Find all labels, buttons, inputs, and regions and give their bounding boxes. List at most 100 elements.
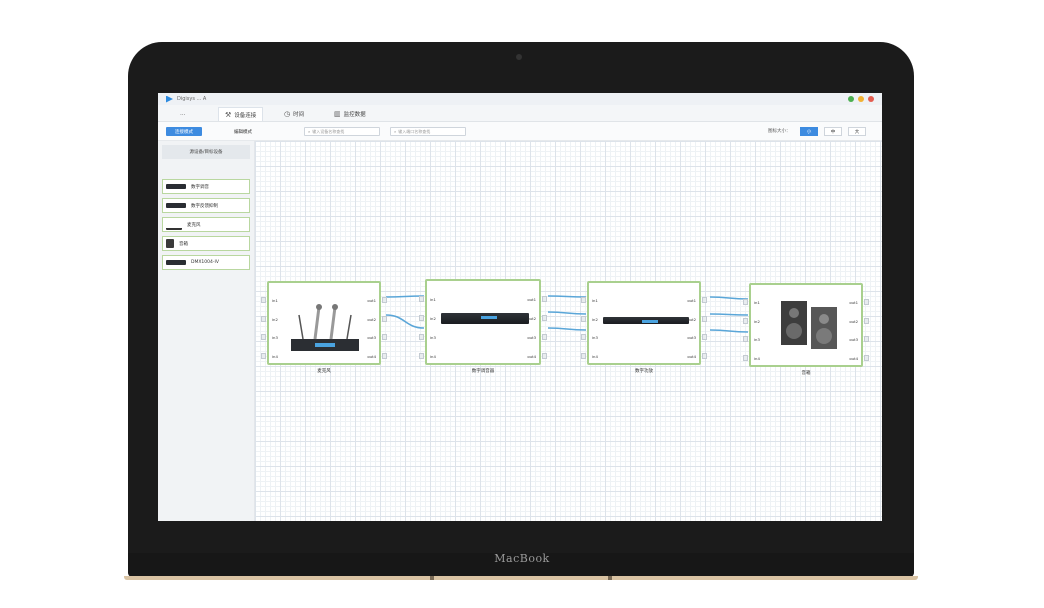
input-port[interactable] [581,352,586,359]
output-port[interactable] [382,315,387,322]
device-node-label: 数字调音器 [471,369,495,374]
tab-device-connection[interactable]: ⚒ 设备连接 [218,107,264,121]
sidebar-item[interactable]: DMX1004-IV [162,255,250,270]
connection-canvas[interactable]: in1 in2 in3 in4 out1 out2 out3 out4 麦克风 in1 in2 in3… [255,141,882,521]
size-large-button[interactable]: 大 [848,127,866,136]
input-port-label: in4 [754,355,760,361]
output-port[interactable] [864,317,869,324]
output-port[interactable] [382,334,387,341]
input-port[interactable] [743,317,748,324]
output-port[interactable] [542,352,547,359]
input-port-label: in3 [754,337,760,343]
window-minimize-button[interactable] [848,96,854,102]
input-port[interactable] [581,315,586,322]
output-port[interactable] [864,299,869,306]
search-icon: ⌕ [308,129,311,134]
device-node-label: 数字功放 [635,369,653,374]
output-port[interactable] [702,352,707,359]
camera [516,54,522,60]
wire[interactable] [547,327,587,331]
tab-monitor[interactable]: ▥ 监控数据 [334,108,366,119]
sidebar-item[interactable]: 麦克风 [162,217,250,232]
connect-mode-button[interactable]: 连接模式 [166,127,202,136]
output-port[interactable] [864,336,869,343]
device-node[interactable]: in1 in2 in3 in4 out1 out2 out3 out4 [743,283,869,367]
output-port-label: out1 [527,296,536,302]
input-port-label: in1 [430,296,436,302]
device-sidebar: 源设备/目标设备 数字调音 数字反馈抑制 麦克风 音箱 DMX1004-IV [158,141,255,521]
output-port-label: out2 [849,318,858,324]
output-port[interactable] [542,333,547,340]
edit-mode-button[interactable]: 编辑模式 [226,127,260,136]
screen: Digisys ... A … ⚒ 设备连接 ◷ 时间 ▥ 监控数据 连接模式 … [158,93,882,521]
output-port[interactable] [382,297,387,304]
input-port[interactable] [261,334,266,341]
sidebar-item[interactable]: 数字调音 [162,179,250,194]
window-maximize-button[interactable] [858,96,864,102]
output-port[interactable] [864,354,869,361]
device-search-input[interactable]: ⌕ 输入设备名称查找 [304,127,380,136]
search-placeholder: 输入端口名称查找 [398,128,431,134]
output-port-label: out4 [687,353,696,359]
device-node[interactable]: in1 in2 in3 in4 out1 out2 out3 out4 [419,279,547,365]
device-node[interactable]: in1 in2 in3 in4 out1 out2 out3 out4 [581,281,707,365]
tab-bar: … ⚒ 设备连接 ◷ 时间 ▥ 监控数据 [158,105,882,122]
input-port[interactable] [261,352,266,359]
input-port-label: in4 [272,353,278,359]
input-port[interactable] [581,297,586,304]
input-port[interactable] [419,352,424,359]
tab-label: … [180,110,186,117]
wire[interactable] [547,311,587,315]
output-port[interactable] [702,297,707,304]
output-port-label: out2 [367,316,376,322]
input-port[interactable] [261,297,266,304]
output-port[interactable] [382,352,387,359]
window-close-button[interactable] [868,96,874,102]
size-medium-button[interactable]: 中 [824,127,842,136]
output-port-label: out3 [687,335,696,341]
speaker-icon [777,295,841,359]
rack-device-icon [166,203,186,208]
tab-label: 时间 [293,111,305,118]
device-node[interactable]: in1 in2 in3 in4 out1 out2 out3 out4 [261,281,387,365]
output-port[interactable] [702,334,707,341]
toolbar: 连接模式 编辑模式 ⌕ 输入设备名称查找 ⌕ 输入端口名称查找 图标大小： 小 … [158,122,882,141]
port-search-input[interactable]: ⌕ 输入端口名称查找 [390,127,466,136]
output-port[interactable] [702,315,707,322]
clock-icon: ◷ [284,109,291,118]
output-port-label: out2 [687,316,696,322]
wire[interactable] [709,313,749,316]
laptop-foot [430,576,434,580]
output-port[interactable] [542,295,547,302]
input-port[interactable] [743,354,748,361]
output-port[interactable] [542,314,547,321]
input-port-label: in2 [272,316,278,322]
wire[interactable] [709,329,749,333]
input-port[interactable] [743,299,748,306]
input-port-label: in4 [592,353,598,359]
sidebar-item-label: 数字反馈抑制 [191,203,218,209]
wrench-icon: ⚒ [225,110,232,119]
input-port[interactable] [743,336,748,343]
tab-home[interactable]: … [180,108,186,119]
input-port[interactable] [261,315,266,322]
input-port-label: in1 [754,300,760,306]
input-port[interactable] [419,314,424,321]
icon-size-label: 图标大小： [768,129,791,134]
laptop-base [124,576,918,580]
input-port[interactable] [419,333,424,340]
output-port-label: out1 [849,300,858,306]
sidebar-header: 源设备/目标设备 [162,145,250,159]
sidebar-item[interactable]: 音箱 [162,236,250,251]
output-port-label: out3 [367,335,376,341]
input-port[interactable] [419,295,424,302]
size-small-button[interactable]: 小 [800,127,818,136]
input-port-label: in2 [592,316,598,322]
speaker-icon [166,239,174,248]
tab-label: 监控数据 [343,111,366,118]
output-port-label: out3 [849,337,858,343]
output-port-label: out3 [527,334,536,340]
tab-time[interactable]: ◷ 时间 [284,108,304,119]
input-port[interactable] [581,334,586,341]
sidebar-item[interactable]: 数字反馈抑制 [162,198,250,213]
